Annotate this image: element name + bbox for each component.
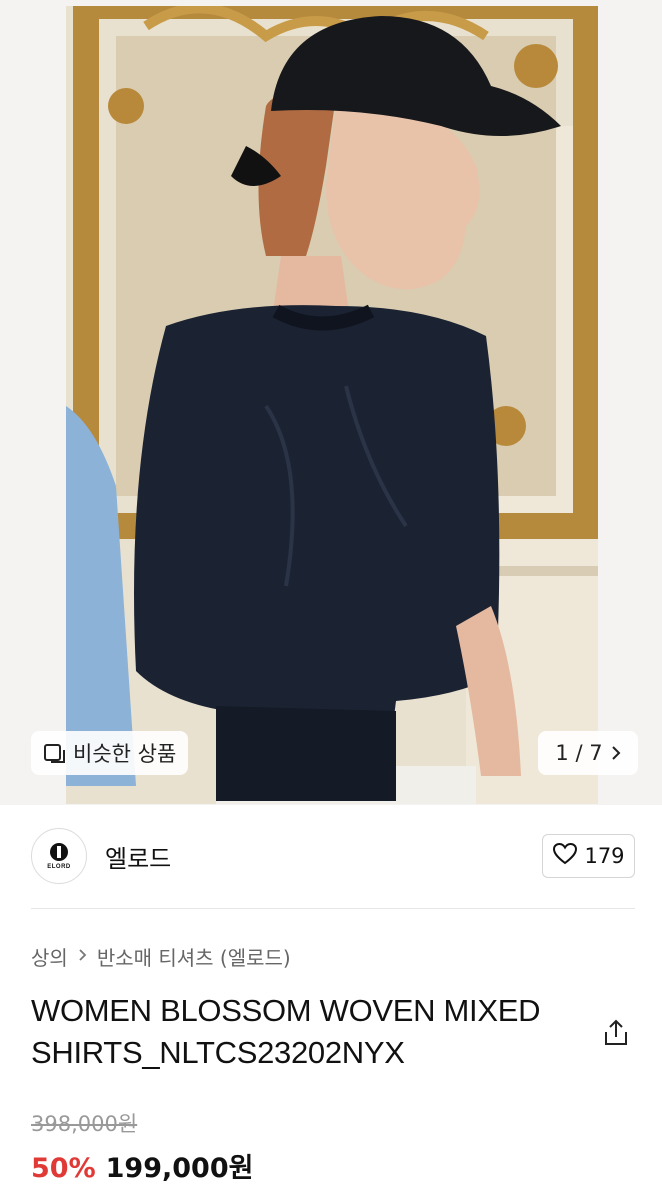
like-count: 179 (584, 844, 625, 868)
divider (31, 908, 635, 909)
product-photo-illustration (66, 6, 598, 804)
chevron-right-icon (611, 745, 621, 761)
brand-logo-mark (50, 842, 68, 861)
breadcrumb-item-category[interactable]: 상의 (31, 942, 68, 971)
brand-row: ELORD 엘로드 179 (31, 828, 635, 884)
similar-products-button[interactable]: 비슷한 상품 (31, 731, 189, 775)
like-button[interactable]: 179 (542, 834, 635, 878)
brand-logo-text: ELORD (47, 863, 71, 870)
heart-icon (552, 842, 578, 871)
breadcrumb: 상의 반소매 티셔츠 (엘로드) (31, 942, 291, 971)
chevron-right-icon (78, 946, 87, 967)
sale-price-row: 50% 199,000원 (31, 1146, 253, 1185)
brand-name[interactable]: 엘로드 (105, 839, 171, 874)
product-image-gallery[interactable]: 비슷한 상품 1 / 7 (0, 0, 662, 805)
product-photo[interactable] (66, 6, 598, 804)
gallery-counter-button[interactable]: 1 / 7 (538, 731, 638, 775)
brand-logo[interactable]: ELORD (31, 828, 87, 884)
discount-rate: 50% (31, 1153, 96, 1184)
similar-items-icon (43, 742, 67, 764)
share-icon[interactable] (601, 1018, 631, 1048)
original-price: 398,000원 (31, 1112, 138, 1136)
breadcrumb-item-subcategory[interactable]: 반소매 티셔츠 (엘로드) (97, 942, 291, 971)
similar-products-label: 비슷한 상품 (73, 742, 177, 766)
product-title: WOMEN BLOSSOM WOVEN MIXED SHIRTS_NLTCS23… (31, 993, 541, 1070)
sale-price: 199,000원 (105, 1153, 254, 1184)
gallery-counter: 1 / 7 (555, 741, 603, 765)
